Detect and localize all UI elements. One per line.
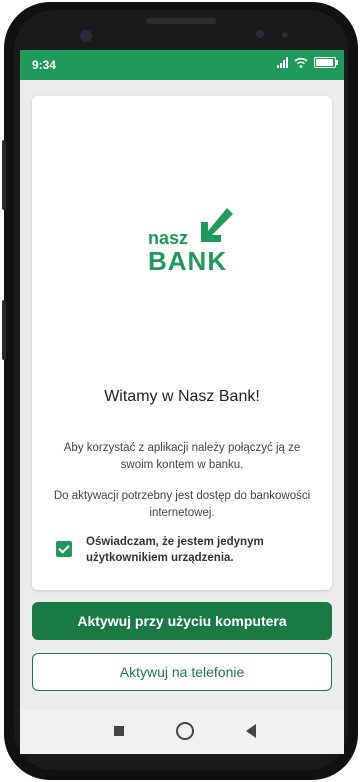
- logo-text-bank: BANK: [148, 246, 228, 276]
- welcome-paragraph-2: Do aktywacji potrzebny jest dostęp do ba…: [53, 490, 311, 519]
- android-nav-bar: [20, 710, 344, 754]
- wifi-icon: [294, 57, 308, 68]
- front-camera: [80, 30, 92, 42]
- triangle-back-icon[interactable]: [246, 724, 256, 738]
- power-button: [2, 140, 6, 210]
- signal-icon: [277, 57, 288, 68]
- battery-fill: [316, 59, 333, 66]
- activate-computer-button[interactable]: Aktywuj przy użyciu komputera: [32, 602, 332, 640]
- volume-button: [2, 300, 6, 360]
- consent-checkbox[interactable]: [56, 541, 72, 557]
- app-screen: 9:34 nasz BANK Witamy w Nasz Bank! Aby k…: [20, 50, 344, 710]
- welcome-title: Witamy w Nasz Bank!: [104, 388, 260, 405]
- arrow-down-left-icon: [201, 208, 233, 242]
- speaker-grille: [146, 18, 216, 24]
- sensor-2: [282, 32, 288, 38]
- consent-label: Oświadczam, że jestem jedynym użytkownik…: [86, 536, 264, 564]
- welcome-card: nasz BANK Witamy w Nasz Bank! Aby korzys…: [32, 96, 332, 590]
- sensor: [256, 30, 264, 38]
- consent-checkbox-row[interactable]: Oświadczam, że jestem jedynym użytkownik…: [56, 534, 316, 566]
- status-time: 9:34: [32, 58, 57, 72]
- welcome-paragraph-1: Aby korzystać z aplikacji należy połączy…: [63, 442, 301, 471]
- battery-icon: [314, 57, 338, 68]
- activate-phone-button[interactable]: Aktywuj na telefonie: [32, 653, 332, 691]
- status-icons: [277, 57, 338, 68]
- status-bar: 9:34: [20, 50, 344, 80]
- brand-logo: nasz BANK: [148, 202, 258, 276]
- circle-icon[interactable]: [176, 722, 194, 740]
- square-icon[interactable]: [114, 726, 124, 736]
